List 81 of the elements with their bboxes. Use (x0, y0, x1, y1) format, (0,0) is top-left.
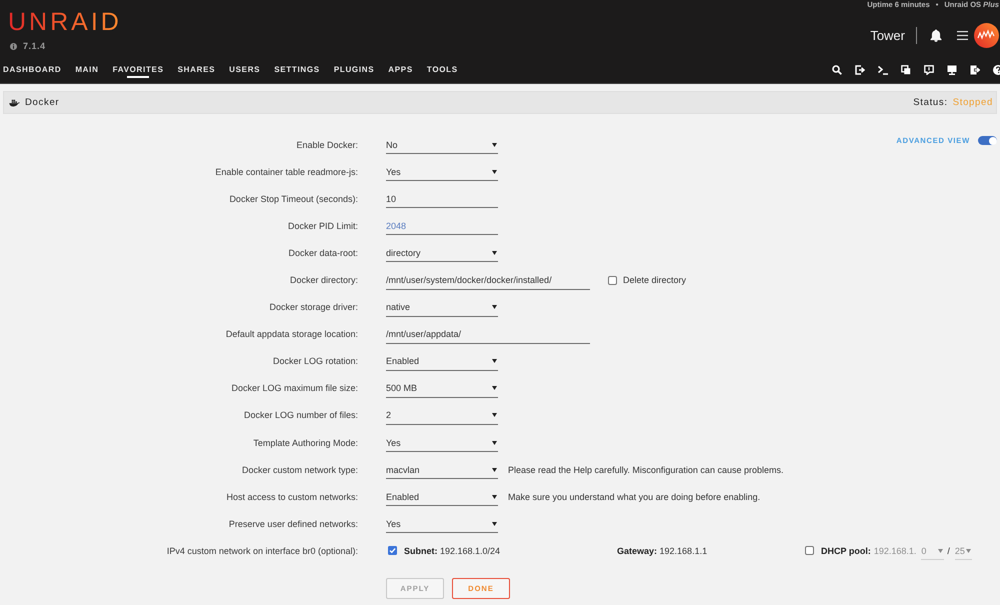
field-label: Enable Docker: (296, 140, 358, 150)
gateway-text: Gateway: 192.168.1.1 (617, 546, 708, 556)
copy-icon[interactable] (901, 65, 911, 75)
caret-icon (492, 359, 497, 364)
field-label: Docker custom network type: (242, 464, 358, 475)
nav-tab[interactable]: SETTINGS (274, 60, 320, 80)
checkbox-label: Delete directory (623, 275, 686, 286)
text-field[interactable]: /mnt/user/appdata/ (386, 324, 590, 344)
dhcp-label: DHCP pool: (821, 546, 871, 556)
caret-icon (492, 413, 497, 418)
caret-icon (938, 548, 944, 553)
select-field[interactable]: directory (386, 243, 498, 262)
select-field[interactable]: Enabled (386, 352, 498, 371)
message-icon[interactable] (924, 65, 934, 75)
info-icon (10, 43, 17, 50)
menu-icon[interactable] (957, 31, 968, 40)
field-label: Host access to custom networks: (226, 492, 358, 502)
checkbox[interactable] (388, 546, 397, 556)
field-label: Docker directory: (290, 275, 358, 286)
select-field[interactable]: No (386, 135, 498, 154)
bell-icon[interactable] (930, 29, 942, 42)
field-label: Default appdata storage location: (226, 329, 358, 340)
monitor-icon[interactable] (947, 65, 957, 75)
nav-tab[interactable]: TOOLS (426, 60, 458, 80)
select-field[interactable]: macvlan (386, 460, 498, 480)
field-label: Docker LOG rotation: (272, 356, 358, 366)
select-field[interactable]: Yes (386, 433, 498, 452)
status-label: Status: (913, 97, 948, 108)
text-field[interactable]: /mnt/user/system/docker/docker/installed/ (386, 270, 590, 290)
nav-tab[interactable]: APPS (388, 60, 413, 80)
nav-tab[interactable]: USERS (229, 60, 260, 80)
caret-icon (966, 548, 971, 553)
terminal-icon[interactable] (878, 65, 888, 75)
nav-tab[interactable]: PLUGINS (334, 60, 374, 80)
field-label: Docker data-root: (288, 248, 358, 258)
nav-tab[interactable]: DASHBOARD (3, 60, 62, 80)
field-label: Docker Stop Timeout (seconds): (229, 194, 358, 204)
nav-tab[interactable]: MAIN (75, 60, 99, 80)
select-field[interactable]: Yes (386, 514, 498, 534)
select-field[interactable]: native (386, 298, 498, 317)
version-text: 7.1.4 (23, 41, 46, 52)
exit-icon[interactable] (855, 65, 865, 75)
text-field[interactable]: 2048 (386, 216, 498, 236)
caret-icon (492, 522, 497, 526)
field-label: IPv4 custom network on interface br0 (optional): (166, 546, 358, 556)
field-label: Template Authoring Mode: (253, 438, 358, 448)
text-field[interactable]: 10 (386, 189, 498, 208)
caret-icon (492, 468, 497, 472)
field-label: Docker LOG number of files: (244, 410, 358, 420)
caret-icon (492, 305, 497, 310)
caret-icon (492, 386, 497, 390)
caret-icon (492, 250, 497, 255)
toggle-switch[interactable] (978, 136, 997, 145)
help-note: Make sure you understand what you are doing before enabling. (508, 492, 760, 502)
field-label: Docker LOG maximum file size: (231, 383, 358, 394)
caret-icon (492, 142, 497, 147)
page-title: Docker (25, 97, 60, 108)
nav-tab[interactable]: SHARES (178, 60, 216, 80)
field-label: Preserve user defined networks: (228, 518, 358, 529)
subnet-text: Subnet: 192.168.1.0/24 (404, 546, 500, 556)
field-label: Docker PID Limit: (288, 220, 358, 231)
wave-logo-icon[interactable] (974, 23, 999, 48)
exit-icon[interactable] (970, 65, 980, 75)
help-note: Please read the Help carefully. Misconfiguration can cause problems. (508, 464, 784, 475)
ip-prefix-text: 192.168.1. (874, 546, 916, 556)
select-field[interactable]: Enabled (386, 487, 498, 506)
search-icon[interactable] (832, 65, 842, 75)
whale-icon (9, 98, 20, 106)
checkbox[interactable] (608, 276, 617, 285)
caret-icon (492, 170, 497, 174)
server-name: Tower (870, 28, 905, 43)
status-value: Stopped (952, 97, 993, 108)
field-label: Enable container table readmore-js: (215, 166, 358, 177)
slash-separator: / (947, 546, 950, 556)
select-field[interactable]: 500 MB (386, 378, 498, 398)
field-label: Docker storage driver: (269, 302, 358, 312)
caret-icon (492, 440, 497, 445)
select-field[interactable]: Yes (386, 162, 498, 182)
select-field[interactable]: 2 (386, 406, 498, 425)
help-icon[interactable] (993, 65, 1000, 75)
caret-icon (492, 494, 497, 499)
